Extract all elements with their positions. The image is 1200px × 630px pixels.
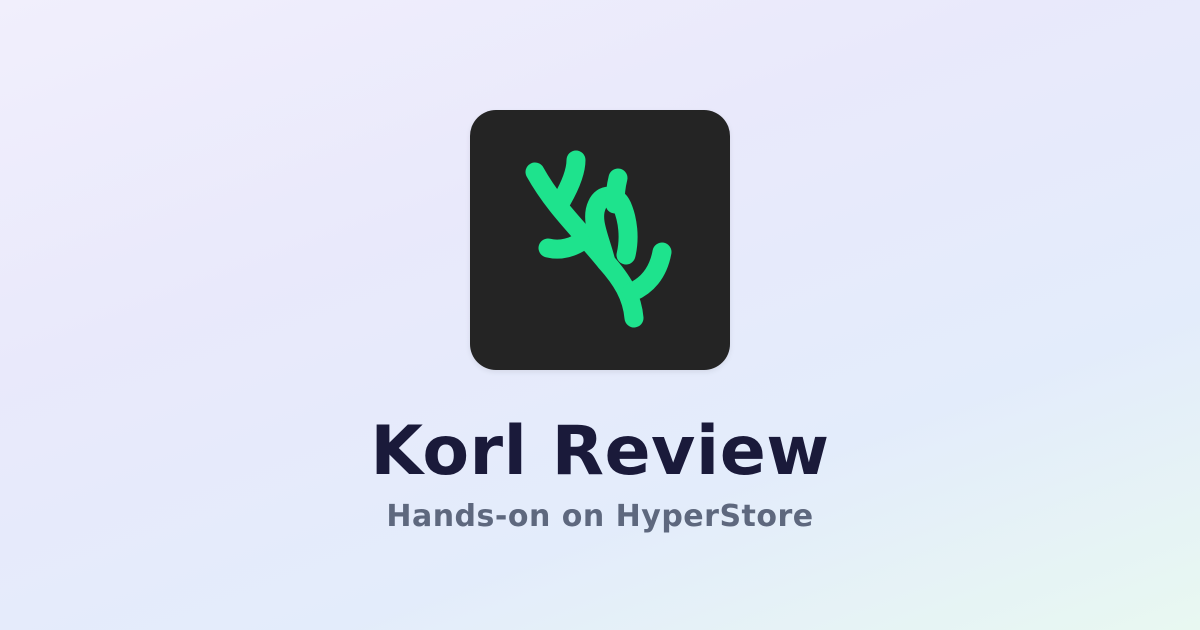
branching-coral-logo-icon — [525, 150, 672, 328]
app-logo — [470, 110, 730, 370]
page-subtitle: Hands-on on HyperStore — [386, 499, 814, 534]
page-title: Korl Review — [370, 412, 830, 491]
